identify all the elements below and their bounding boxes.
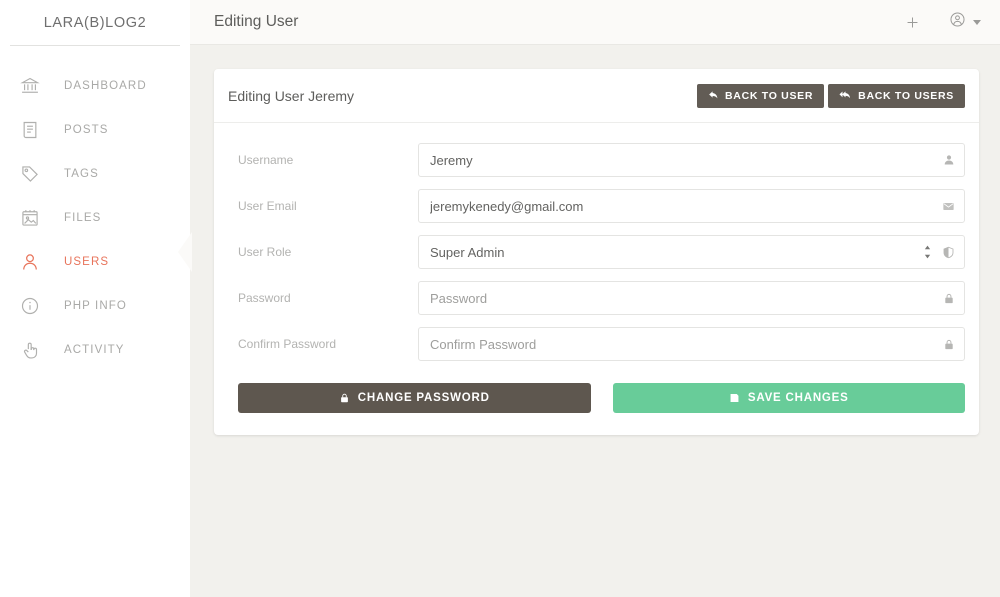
plus-icon[interactable]: [904, 14, 921, 31]
username-label: Username: [228, 153, 418, 167]
card-header: Editing User Jeremy BACK TO USER: [214, 69, 979, 123]
password-label: Password: [228, 291, 418, 305]
sidebar-item-tags[interactable]: TAGS: [0, 152, 190, 196]
bank-icon: [18, 74, 42, 98]
reply-icon: [708, 90, 719, 101]
password-field-wrap: [418, 281, 965, 315]
document-icon: [18, 118, 42, 142]
user-circle-icon: [949, 11, 966, 33]
change-password-label: CHANGE PASSWORD: [358, 392, 490, 404]
user-email-input[interactable]: [418, 189, 965, 223]
sidebar-item-files[interactable]: FILES: [0, 196, 190, 240]
user-icon: [18, 250, 42, 274]
account-menu[interactable]: [949, 11, 981, 33]
user-email-field-wrap: [418, 189, 965, 223]
image-frame-icon: [18, 206, 42, 230]
user-role-field-wrap: [418, 235, 965, 269]
edit-user-card: Editing User Jeremy BACK TO USER: [214, 69, 979, 435]
save-changes-button[interactable]: SAVE CHANGES: [613, 383, 966, 413]
sidebar-item-label: PHP INFO: [64, 300, 127, 312]
chevron-down-icon: [973, 20, 981, 25]
sidebar-item-label: FILES: [64, 212, 101, 224]
main-area: Editing User: [190, 0, 1000, 597]
save-icon: [729, 392, 740, 404]
form-row-user-email: User Email: [228, 189, 965, 223]
sidebar-item-label: ACTIVITY: [64, 344, 125, 356]
form-row-password: Password: [228, 281, 965, 315]
back-to-users-label: BACK TO USERS: [858, 90, 954, 102]
sidebar-item-label: TAGS: [64, 168, 99, 180]
sidebar: LARA(B)LOG2 DASHBOARD: [0, 0, 190, 597]
sidebar-item-php-info[interactable]: PHP INFO: [0, 284, 190, 328]
user-role-select[interactable]: [418, 235, 965, 269]
back-to-user-label: BACK TO USER: [725, 90, 813, 102]
info-circle-icon: [18, 294, 42, 318]
app-root: LARA(B)LOG2 DASHBOARD: [0, 0, 1000, 597]
username-input[interactable]: [418, 143, 965, 177]
reply-all-icon: [839, 90, 852, 101]
sidebar-item-label: DASHBOARD: [64, 80, 147, 92]
lock-icon: [339, 392, 350, 404]
form-row-user-role: User Role: [228, 235, 965, 269]
brand-label: LARA(B)LOG2: [44, 15, 147, 31]
sidebar-item-label: USERS: [64, 256, 109, 268]
sidebar-item-users[interactable]: USERS: [0, 240, 190, 284]
back-to-users-button[interactable]: BACK TO USERS: [828, 84, 965, 108]
tag-icon: [18, 162, 42, 186]
password-input[interactable]: [418, 281, 965, 315]
brand-logo[interactable]: LARA(B)LOG2: [0, 0, 190, 45]
card-title: Editing User Jeremy: [228, 88, 354, 104]
save-changes-label: SAVE CHANGES: [748, 392, 849, 404]
page-title: Editing User: [214, 13, 298, 31]
sidebar-item-dashboard[interactable]: DASHBOARD: [0, 64, 190, 108]
form-actions: CHANGE PASSWORD SAVE CHANGES: [228, 383, 965, 413]
card-body: Username Us: [214, 123, 979, 435]
form-row-username: Username: [228, 143, 965, 177]
back-to-user-button[interactable]: BACK TO USER: [697, 84, 824, 108]
sidebar-item-activity[interactable]: ACTIVITY: [0, 328, 190, 372]
confirm-password-field-wrap: [418, 327, 965, 361]
change-password-button[interactable]: CHANGE PASSWORD: [238, 383, 591, 413]
confirm-password-input[interactable]: [418, 327, 965, 361]
sidebar-item-label: POSTS: [64, 124, 108, 136]
form-row-confirm-password: Confirm Password: [228, 327, 965, 361]
content-area: Editing User Jeremy BACK TO USER: [190, 45, 1000, 597]
sidebar-nav: DASHBOARD POSTS: [0, 46, 190, 372]
confirm-password-label: Confirm Password: [228, 337, 418, 351]
user-role-label: User Role: [228, 245, 418, 259]
topbar: Editing User: [190, 0, 1000, 45]
username-field-wrap: [418, 143, 965, 177]
user-email-label: User Email: [228, 199, 418, 213]
hand-pointer-icon: [18, 338, 42, 362]
sidebar-item-posts[interactable]: POSTS: [0, 108, 190, 152]
